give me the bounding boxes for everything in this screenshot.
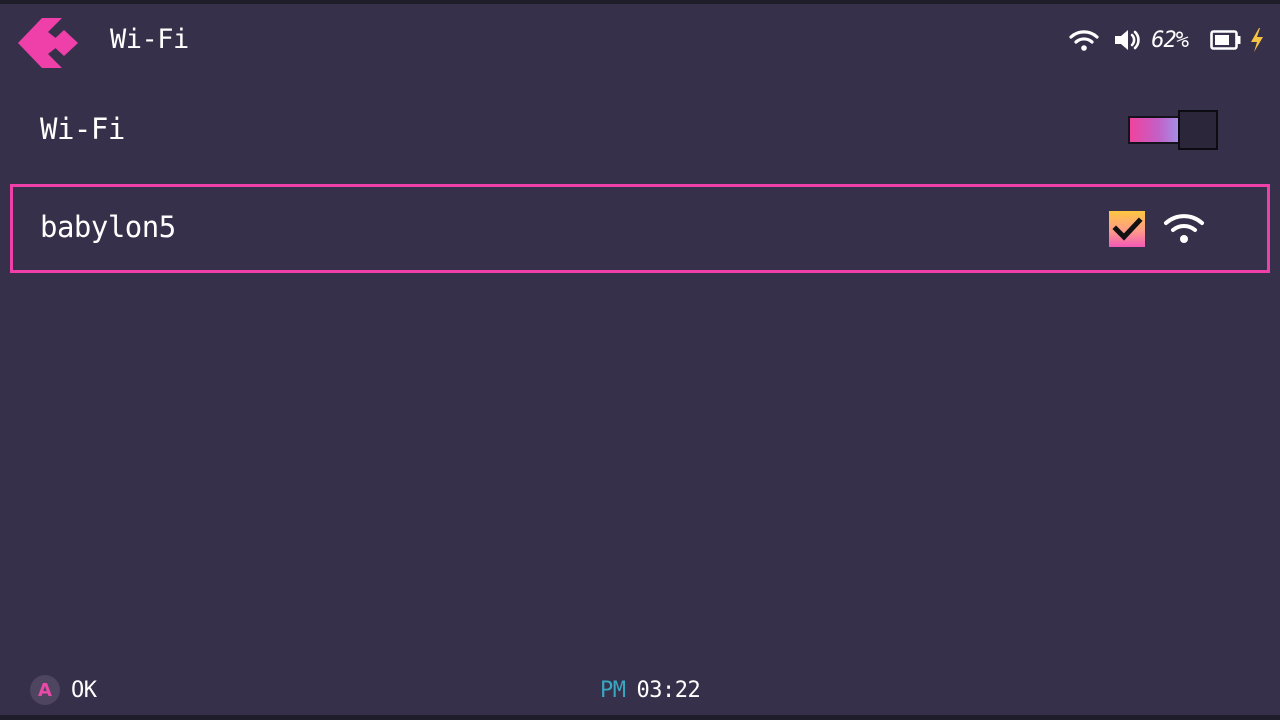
wifi-toggle-row[interactable]: Wi-Fi xyxy=(10,88,1270,174)
a-button-icon: A xyxy=(30,675,60,705)
network-item[interactable]: babylon5 xyxy=(10,184,1270,273)
clock: PM 03:22 xyxy=(600,672,701,708)
button-hint-label: OK xyxy=(71,677,97,703)
wifi-toggle-label: Wi-Fi xyxy=(40,112,125,146)
back-button[interactable] xyxy=(18,18,82,68)
toggle-knob xyxy=(1178,110,1218,150)
volume-icon xyxy=(1113,28,1141,52)
connected-check-icon xyxy=(1109,211,1145,247)
wifi-settings-screen: Wi-Fi 62% Wi-Fi babylon5 A OK PM 03:22 xyxy=(0,0,1280,720)
network-ssid: babylon5 xyxy=(40,210,176,244)
status-bar: 62% xyxy=(1069,22,1266,58)
page-title: Wi-Fi xyxy=(110,24,189,55)
wifi-signal-icon xyxy=(1163,212,1205,248)
battery-percent: 62% xyxy=(1151,27,1189,53)
charging-bolt-icon xyxy=(1248,27,1266,53)
clock-time: 03:22 xyxy=(636,677,701,703)
wifi-icon xyxy=(1069,29,1099,51)
wifi-toggle[interactable] xyxy=(1128,110,1218,150)
clock-meridiem: PM xyxy=(600,677,626,703)
button-hint: A OK xyxy=(30,672,97,708)
back-chevron-icon xyxy=(18,18,78,68)
battery-icon xyxy=(1210,29,1242,51)
